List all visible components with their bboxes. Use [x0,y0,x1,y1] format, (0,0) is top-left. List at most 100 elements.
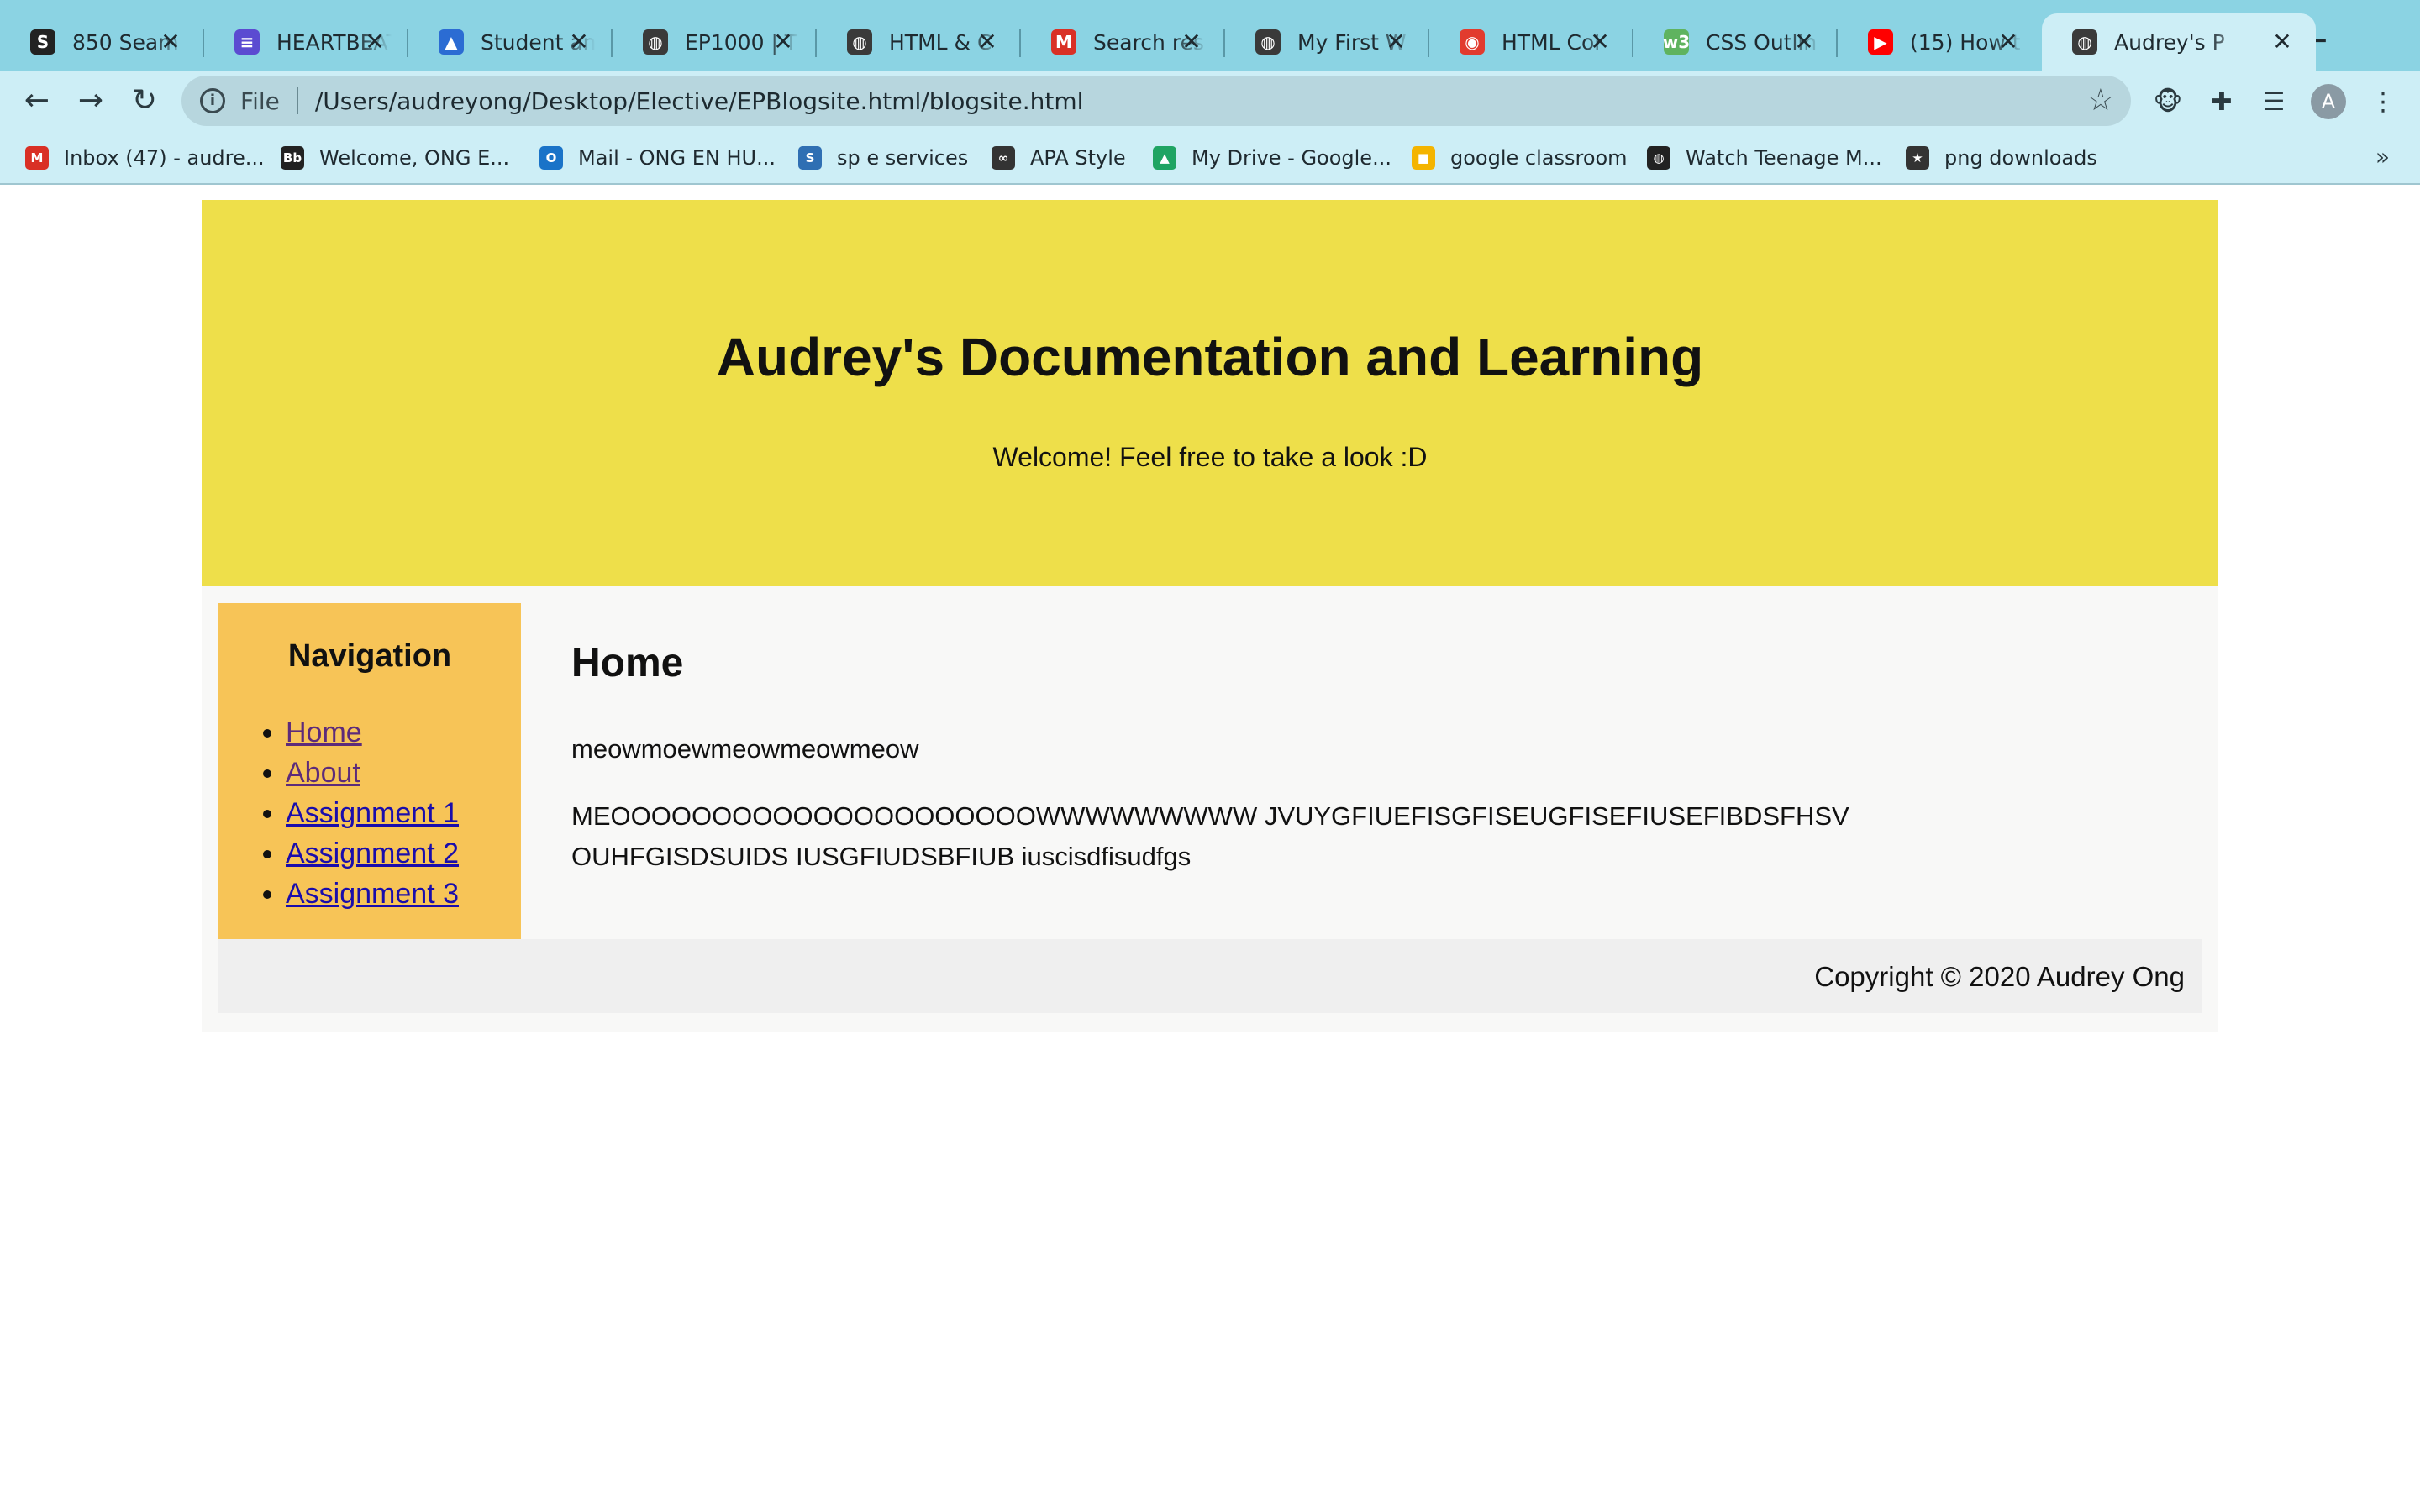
navigation-list: Home About Assignment 1 Assignment 2 Ass… [286,712,459,914]
tab-close-icon[interactable]: ✕ [770,29,797,55]
browser-tab[interactable]: ◍ EP1000 | T ✕ [613,13,817,71]
nav-link-assignment-1[interactable]: Assignment 1 [286,797,459,829]
blackboard-icon: Bb [281,146,304,170]
paragraph-1: meowmoewmeowmeowmeow [571,734,919,764]
bookmark-item[interactable]: M Inbox (47) - audre... [25,141,265,175]
forward-button[interactable]: → [72,82,109,119]
bookmark-label: Watch Teenage M... [1686,146,1882,170]
copyright-text: Copyright © 2020 Audrey Ong [1814,961,2185,992]
globe-icon: ◍ [2072,29,2097,55]
bookmark-label: Inbox (47) - audre... [64,146,265,170]
extension-avatar-icon[interactable]: 🐵 [2151,86,2185,119]
tab-close-icon[interactable]: ✕ [1995,29,2022,55]
bookmark-label: google classroom [1450,146,1628,170]
bookmark-item[interactable]: ■ google classroom [1412,141,1628,175]
list-icon: ≡ [234,29,260,55]
media-queue-icon[interactable]: ☰ [2257,86,2291,119]
star-badge-icon: ★ [1906,146,1929,170]
bookmark-item[interactable]: O Mail - ONG EN HU... [539,141,776,175]
bookmark-item[interactable]: Bb Welcome, ONG E... [281,141,509,175]
browser-tab[interactable]: ◍ HTML & C ✕ [817,13,1021,71]
bookmark-label: Mail - ONG EN HU... [578,146,776,170]
reload-button[interactable]: ↻ [126,82,163,119]
bookmarks-bar: » M Inbox (47) - audre... Bb Welcome, ONG E… [0,131,2420,185]
nav-link-home[interactable]: Home [286,717,362,748]
extensions-puzzle-icon[interactable]: ✚ [2205,86,2238,119]
navigation-sidebar: Navigation Home About Assignment 1 Assig… [218,603,521,939]
nav-item: Home [286,712,459,753]
main-content: Home meowmoewmeowmeowmeow MEOOOOOOOOOOOO… [571,603,2202,939]
browser-tab[interactable]: ▲Student and✕ [408,13,613,71]
bookmark-item[interactable]: ★ png downloads [1906,141,2097,175]
page-container: Audrey's Documentation and Learning Welc… [202,200,2218,1032]
globe-icon: ◍ [1255,29,1281,55]
bookmark-star-icon[interactable]: ☆ [2087,84,2114,118]
globe-icon: ◍ [643,29,668,55]
tab-close-icon[interactable]: ✕ [1382,29,1409,55]
address-bar[interactable]: i File /Users/audreyong/Desktop/Elective… [182,76,2131,126]
tab-close-icon[interactable]: ✕ [2269,29,2296,55]
tab-close-icon[interactable]: ✕ [974,29,1001,55]
profile-avatar[interactable]: A [2311,84,2346,119]
back-button[interactable]: ← [18,82,55,119]
site-info-icon[interactable]: i [200,88,225,113]
gmail-icon: M [25,146,49,170]
url-text[interactable]: /Users/audreyong/Desktop/Elective/EPBlog… [315,87,1084,115]
paragraph-2: MEOOOOOOOOOOOOOOOOOOOOOWWWWWWWWW JVUYGFI… [571,801,1849,871]
tab-strip: + S850 Seam✕≡HEARTBEAT✕▲Student and✕◍EP1… [0,0,2420,71]
tab-close-icon[interactable]: ✕ [157,29,184,55]
nav-link-assignment-2[interactable]: Assignment 2 [286,837,459,869]
color-picker-icon: ◉ [1460,29,1485,55]
tab-close-icon[interactable]: ✕ [1178,29,1205,55]
browser-tab[interactable]: M Search res ✕ [1021,13,1225,71]
bookmark-item[interactable]: ▲ My Drive - Google... [1153,141,1392,175]
more-bookmarks-icon[interactable]: » [2375,143,2390,171]
gmail-icon: M [1051,29,1076,55]
bookmark-label: sp e services [837,146,969,170]
tab-close-icon[interactable]: ✕ [1586,29,1613,55]
tab-title: Audrey's P [2114,29,2225,55]
file-scheme-label: File [240,87,280,115]
bookmark-item[interactable]: ◍ Watch Teenage M... [1647,141,1882,175]
bookmark-label: APA Style [1030,146,1126,170]
globe-icon: ◍ [847,29,872,55]
omnibox-divider [296,87,298,114]
browser-tab[interactable]: ◉ HTML Col ✕ [1429,13,1634,71]
sharepoint-icon: S [798,146,822,170]
bookmark-item[interactable]: ∞ APA Style [992,141,1126,175]
globe-icon: ◍ [1647,146,1670,170]
site-header: Audrey's Documentation and Learning Welc… [202,200,2218,586]
browser-tab[interactable]: ≡ HEARTBEAT ✕ [204,13,408,71]
browser-toolbar: ← → ↻ i File /Users/audreyong/Desktop/El… [0,71,2420,131]
site-subtitle: Welcome! Feel free to take a look :D [992,442,1428,472]
bookmark-label: Welcome, ONG E... [319,146,510,170]
nav-link-assignment-3[interactable]: Assignment 3 [286,878,459,910]
squarespace-icon: S [30,29,55,55]
bookmark-label: png downloads [1944,146,2097,170]
bookmark-item[interactable]: Ssp e services [798,141,968,175]
outlook-icon: O [539,146,563,170]
nav-item: Assignment 2 [286,833,459,874]
navigation-heading: Navigation [287,638,452,674]
tab-close-icon[interactable]: ✕ [1791,29,1818,55]
nav-link-about[interactable]: About [286,757,360,789]
bookmark-label: My Drive - Google... [1192,146,1392,170]
browser-tab[interactable]: w3 CSS Outlin ✕ [1634,13,1838,71]
site-title: Audrey's Documentation and Learning [716,327,1704,387]
apa-icon: ∞ [992,146,1015,170]
youtube-icon: ▶ [1868,29,1893,55]
site-footer: Copyright © 2020 Audrey Ong [218,939,2202,1013]
nav-item: About [286,753,459,793]
tab-close-icon[interactable]: ✕ [361,29,388,55]
tab-close-icon[interactable]: ✕ [566,29,592,55]
nav-item: Assignment 1 [286,793,459,833]
browser-tab[interactable]: ◍ My First W ✕ [1225,13,1429,71]
menu-kebab-icon[interactable]: ⋮ [2366,86,2400,119]
nav-item: Assignment 3 [286,874,459,914]
google-drive-icon: ▲ [1153,146,1176,170]
browser-tab[interactable]: ◍ Audrey's P ✕ [2042,13,2316,71]
w3schools-icon: w3 [1663,29,1690,55]
browser-tab[interactable]: ▶ (15) How t ✕ [1838,13,2042,71]
browser-tab[interactable]: S 850 Seam ✕ [0,13,204,71]
google-classroom-icon: ■ [1412,146,1435,170]
